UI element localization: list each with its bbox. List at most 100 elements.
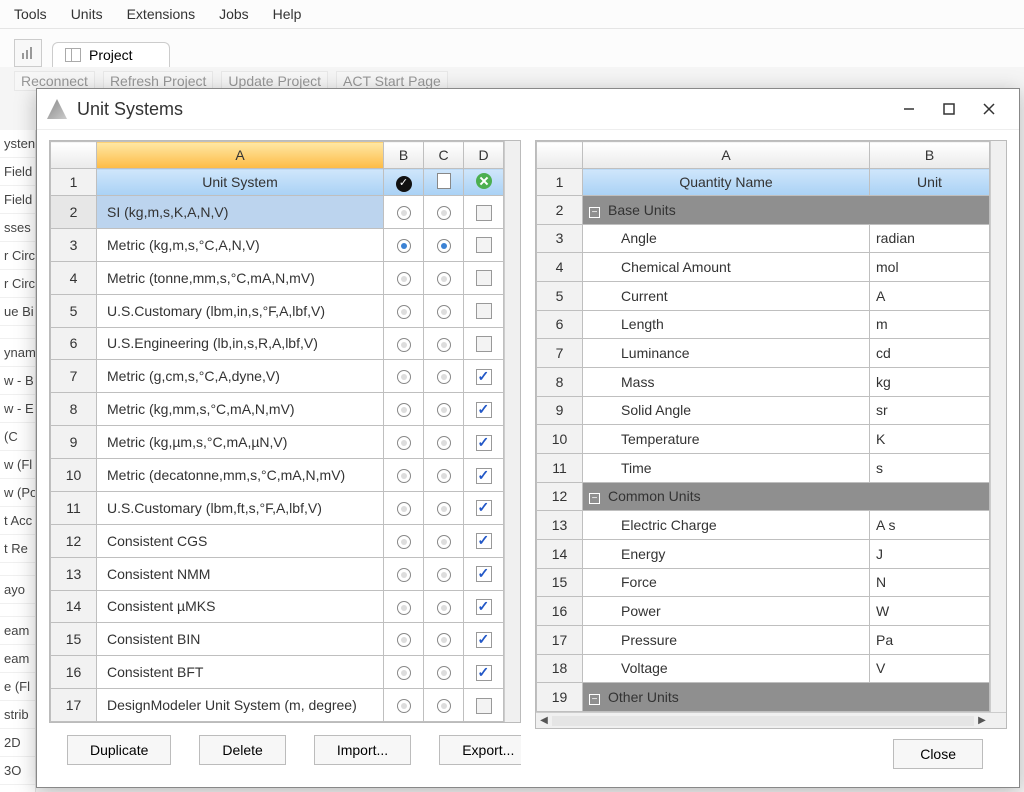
radio-default[interactable] <box>424 360 464 393</box>
radio-active[interactable] <box>384 360 424 393</box>
quantity-name[interactable]: Electric Charge <box>583 511 870 540</box>
radio-default[interactable] <box>424 196 464 229</box>
quantity-name[interactable]: Force <box>583 568 870 597</box>
radio-default[interactable] <box>424 557 464 590</box>
quantity-name[interactable]: Voltage <box>583 654 870 683</box>
checkbox-suppress[interactable] <box>464 491 504 524</box>
group-label[interactable]: −Common Units <box>583 482 990 511</box>
radio-default[interactable] <box>424 689 464 722</box>
row-num[interactable]: 13 <box>51 557 97 590</box>
col-d[interactable]: D <box>464 142 504 169</box>
unit-system-label[interactable]: Metric (kg,m,s,°C,A,N,V) <box>97 228 384 261</box>
unit-system-label[interactable]: Consistent BFT <box>97 656 384 689</box>
checkbox-suppress[interactable] <box>464 294 504 327</box>
radio-default[interactable] <box>424 491 464 524</box>
quantity-name[interactable]: Power <box>583 597 870 626</box>
radio-default[interactable] <box>424 393 464 426</box>
unit-system-label[interactable]: Consistent NMM <box>97 557 384 590</box>
unit-system-label[interactable]: U.S.Customary (lbm,in,s,°F,A,lbf,V) <box>97 294 384 327</box>
radio-active[interactable] <box>384 426 424 459</box>
row-num[interactable]: 14 <box>537 539 583 568</box>
quantity-name[interactable]: Mass <box>583 367 870 396</box>
checkbox-suppress[interactable] <box>464 623 504 656</box>
row-num[interactable]: 16 <box>537 597 583 626</box>
quantity-name[interactable]: Chemical Amount <box>583 253 870 282</box>
quantity-name[interactable]: Current <box>583 281 870 310</box>
quantity-name[interactable]: Solid Angle <box>583 396 870 425</box>
rcol-b[interactable]: B <box>870 142 990 169</box>
unit-system-row[interactable]: 15Consistent BIN <box>51 623 504 656</box>
quantity-row[interactable]: 7Luminancecd <box>537 339 990 368</box>
scroll-right-arrow-icon[interactable]: ▶ <box>974 715 990 726</box>
unit-system-label[interactable]: Metric (kg,mm,s,°C,mA,N,mV) <box>97 393 384 426</box>
row-num[interactable]: 19 <box>537 683 583 712</box>
radio-active[interactable] <box>384 228 424 261</box>
row-num[interactable]: 5 <box>51 294 97 327</box>
quantity-name[interactable]: Pressure <box>583 625 870 654</box>
quantity-row[interactable]: 3Angleradian <box>537 224 990 253</box>
quantity-name[interactable]: Angle <box>583 224 870 253</box>
unit-system-label[interactable]: Metric (g,cm,s,°C,A,dyne,V) <box>97 360 384 393</box>
unit-system-label[interactable]: Consistent CGS <box>97 524 384 557</box>
radio-active[interactable] <box>384 689 424 722</box>
row-num[interactable]: 14 <box>51 590 97 623</box>
maximize-button[interactable] <box>929 95 969 123</box>
quantity-row[interactable]: 13Electric ChargeA s <box>537 511 990 540</box>
rcol-a[interactable]: A <box>583 142 870 169</box>
radio-active[interactable] <box>384 196 424 229</box>
quantity-name[interactable]: Energy <box>583 539 870 568</box>
radio-active[interactable] <box>384 261 424 294</box>
quantity-unit[interactable]: sr <box>870 396 990 425</box>
quantity-name[interactable]: Temperature <box>583 425 870 454</box>
row-num[interactable]: 12 <box>537 482 583 511</box>
row-num[interactable]: 15 <box>537 568 583 597</box>
quantity-unit[interactable]: radian <box>870 224 990 253</box>
unit-system-row[interactable]: 17DesignModeler Unit System (m, degree) <box>51 689 504 722</box>
radio-active[interactable] <box>384 294 424 327</box>
radio-default[interactable] <box>424 294 464 327</box>
quantity-name[interactable]: Length <box>583 310 870 339</box>
row-num[interactable]: 3 <box>537 224 583 253</box>
group-label[interactable]: −Base Units <box>583 196 990 225</box>
row-num[interactable]: 10 <box>537 425 583 454</box>
row-num[interactable]: 7 <box>51 360 97 393</box>
quantity-unit[interactable]: W <box>870 597 990 626</box>
right-horizontal-scrollbar[interactable]: ◀ ▶ <box>536 712 1006 728</box>
unit-system-row[interactable]: 11U.S.Customary (lbm,ft,s,°F,A,lbf,V) <box>51 491 504 524</box>
radio-active[interactable] <box>384 491 424 524</box>
row-num[interactable]: 4 <box>537 253 583 282</box>
quantity-row[interactable]: 4Chemical Amountmol <box>537 253 990 282</box>
quantity-row[interactable]: 8Masskg <box>537 367 990 396</box>
quantity-unit[interactable]: Pa <box>870 625 990 654</box>
quantity-row[interactable]: 6Lengthm <box>537 310 990 339</box>
row-num[interactable]: 8 <box>537 367 583 396</box>
quantity-row[interactable]: 18VoltageV <box>537 654 990 683</box>
close-button[interactable]: Close <box>893 739 983 769</box>
unit-system-label[interactable]: Metric (tonne,mm,s,°C,mA,N,mV) <box>97 261 384 294</box>
checkbox-suppress[interactable] <box>464 459 504 492</box>
minimize-button[interactable] <box>889 95 929 123</box>
radio-default[interactable] <box>424 590 464 623</box>
radio-active[interactable] <box>384 393 424 426</box>
duplicate-button[interactable]: Duplicate <box>67 735 171 765</box>
collapse-icon[interactable]: − <box>589 694 600 705</box>
unit-system-label[interactable]: U.S.Engineering (lb,in,s,R,A,lbf,V) <box>97 327 384 360</box>
checkbox-suppress[interactable] <box>464 524 504 557</box>
quantity-name[interactable]: Luminance <box>583 339 870 368</box>
checkbox-suppress[interactable] <box>464 196 504 229</box>
checkbox-suppress[interactable] <box>464 689 504 722</box>
row-num[interactable]: 16 <box>51 656 97 689</box>
row-num[interactable]: 6 <box>537 310 583 339</box>
checkbox-suppress[interactable] <box>464 557 504 590</box>
radio-default[interactable] <box>424 261 464 294</box>
row-num[interactable]: 9 <box>51 426 97 459</box>
radio-default[interactable] <box>424 426 464 459</box>
unit-system-label[interactable]: U.S.Customary (lbm,ft,s,°F,A,lbf,V) <box>97 491 384 524</box>
row-num[interactable]: 10 <box>51 459 97 492</box>
unit-system-row[interactable]: 3Metric (kg,m,s,°C,A,N,V) <box>51 228 504 261</box>
unit-system-row[interactable]: 10Metric (decatonne,mm,s,°C,mA,N,mV) <box>51 459 504 492</box>
row-num[interactable]: 9 <box>537 396 583 425</box>
row-num[interactable]: 11 <box>537 453 583 482</box>
collapse-icon[interactable]: − <box>589 493 600 504</box>
tab-project[interactable]: Project <box>52 42 170 67</box>
